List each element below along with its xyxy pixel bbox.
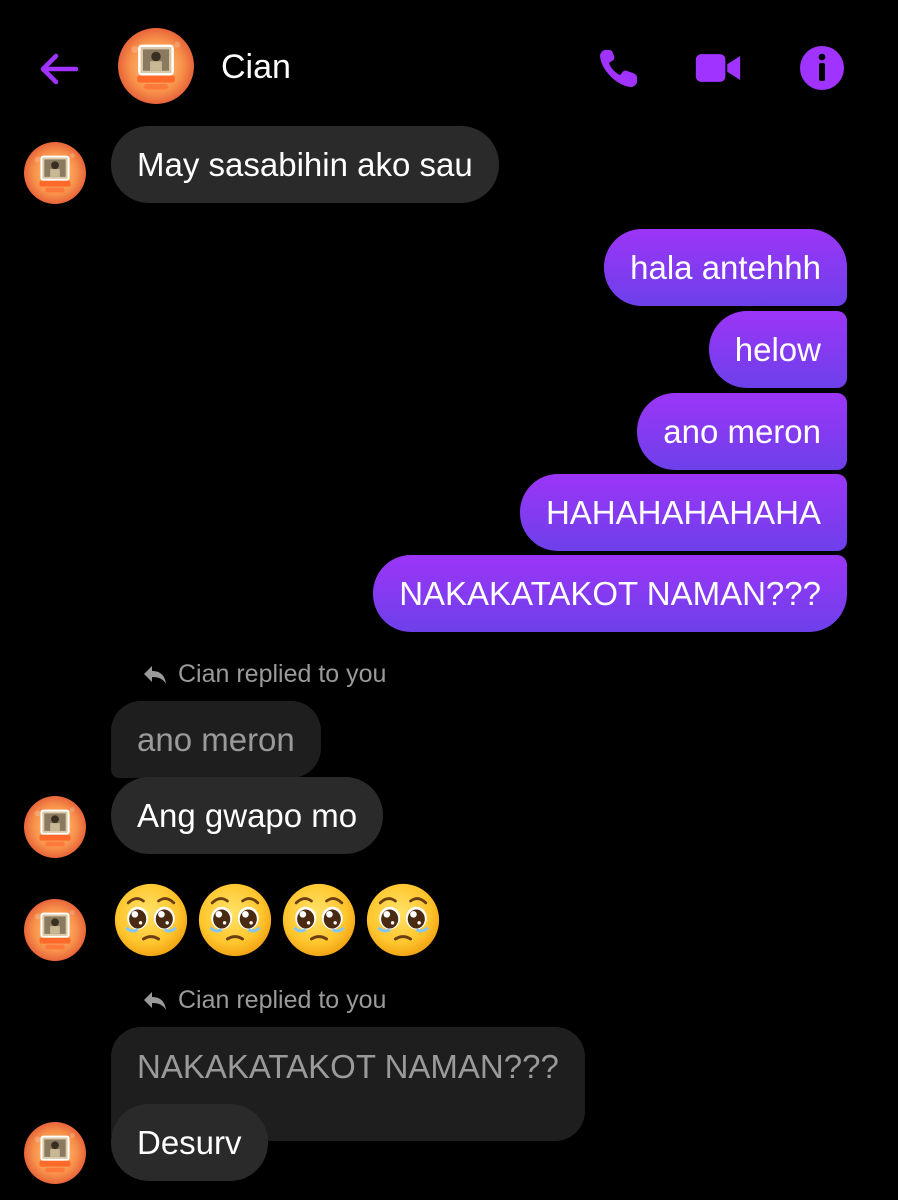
reply-label: Cian replied to you (178, 660, 387, 688)
phone-icon[interactable] (595, 44, 643, 92)
outgoing-message[interactable]: NAKAKATAKOT NAMAN??? (373, 555, 847, 632)
header-avatar[interactable] (118, 28, 194, 104)
incoming-message[interactable]: Ang gwapo mo (111, 777, 384, 854)
pleading-face-emoji[interactable] (113, 882, 189, 958)
incoming-message[interactable]: Desurv (111, 1104, 268, 1181)
contact-avatar[interactable] (24, 899, 86, 961)
outgoing-message[interactable]: hala antehhh (604, 229, 847, 306)
outgoing-message[interactable]: helow (708, 311, 847, 388)
pleading-face-emoji[interactable] (281, 882, 357, 958)
reply-arrow-icon (142, 664, 168, 686)
back-arrow-icon[interactable] (36, 46, 82, 92)
outgoing-message[interactable]: HAHAHAHAHAHA (519, 474, 847, 551)
reply-indicator: Cian replied to you (142, 660, 386, 689)
contact-avatar[interactable] (24, 1122, 86, 1184)
contact-avatar[interactable] (24, 142, 86, 204)
contact-avatar[interactable] (24, 796, 86, 858)
contact-name[interactable]: Cian (221, 48, 291, 87)
quoted-message[interactable]: ano meron (111, 701, 321, 778)
pleading-face-emoji[interactable] (197, 882, 273, 958)
outgoing-message[interactable]: ano meron (637, 393, 847, 470)
incoming-message[interactable]: May sasabihin ako sau (111, 126, 499, 203)
video-camera-icon[interactable] (694, 44, 742, 92)
info-icon[interactable] (798, 44, 846, 92)
pleading-face-emoji[interactable] (365, 882, 441, 958)
reply-arrow-icon (142, 990, 168, 1012)
reply-indicator: Cian replied to you (142, 986, 386, 1015)
reply-label: Cian replied to you (178, 986, 387, 1014)
